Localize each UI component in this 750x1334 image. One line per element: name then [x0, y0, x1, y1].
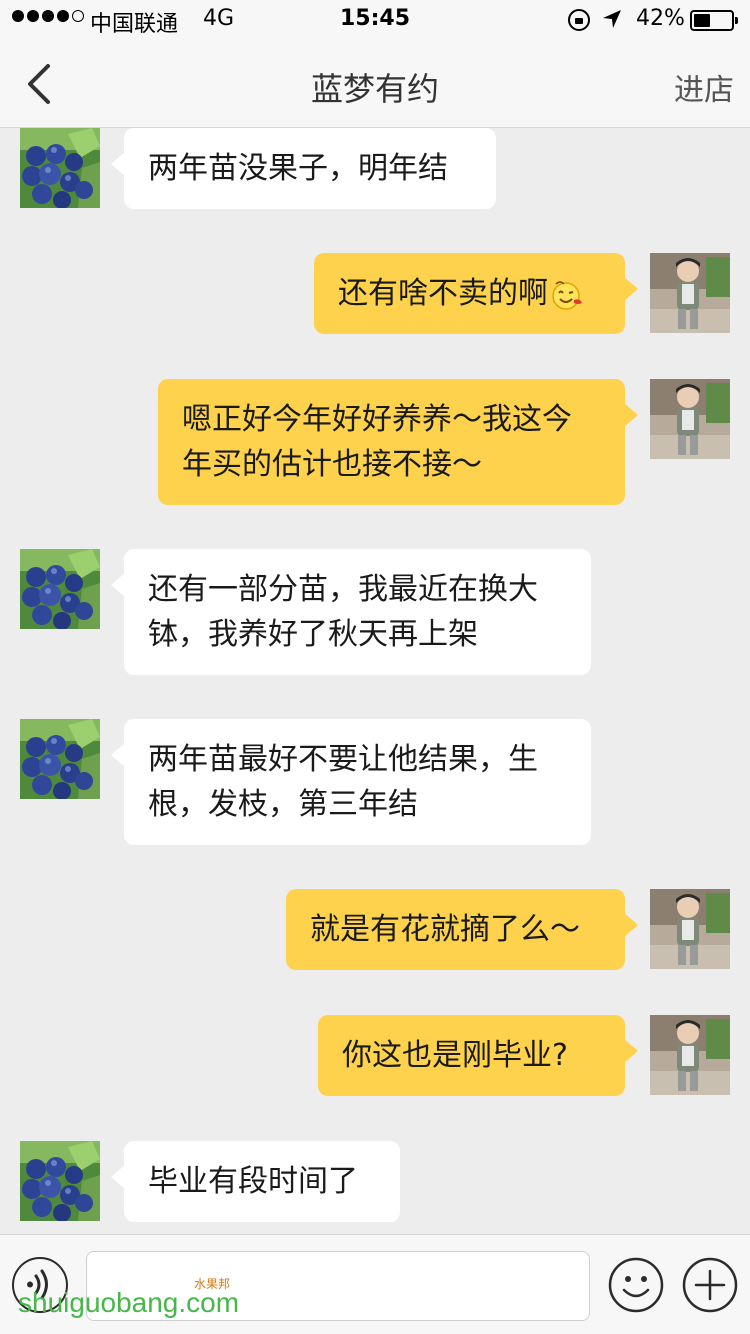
battery-percentage: 42% — [636, 6, 685, 31]
incoming-message[interactable]: 还有一部分苗，我最近在换大 钵，我养好了秋天再上架 — [111, 549, 591, 675]
my-avatar[interactable] — [650, 889, 730, 969]
outgoing-message[interactable]: 就是有花就摘了么～ — [286, 889, 638, 970]
wink-face-icon — [552, 280, 582, 310]
message-list[interactable]: 两年苗没果子，明年结 还有啥不卖的啊 嗯正好今年好好养养～我这今 年买的估计也接… — [0, 128, 750, 1234]
outgoing-message[interactable]: 还有啥不卖的啊 — [314, 253, 638, 334]
message-text-line: 还有一部分苗，我最近在换大 — [148, 572, 538, 607]
message-text-line: 两年苗最好不要让他结果，生 — [148, 742, 538, 777]
my-avatar[interactable] — [650, 379, 730, 459]
seller-avatar[interactable] — [20, 719, 100, 799]
location-arrow-icon — [603, 10, 621, 28]
sound-wave-icon — [27, 1269, 48, 1300]
incoming-message[interactable]: 两年苗没果子，明年结 — [111, 128, 496, 209]
message-text-line: 嗯正好今年好好养养～我这今 — [182, 402, 572, 437]
nav-bar: 蓝梦有约 进店 — [0, 40, 750, 128]
seller-avatar[interactable] — [20, 1141, 100, 1221]
chat-title: 蓝梦有约 — [310, 70, 439, 108]
seller-avatar[interactable] — [20, 549, 100, 629]
message-text: 毕业有段时间了 — [148, 1164, 358, 1199]
my-avatar[interactable] — [650, 253, 730, 333]
message-input[interactable] — [86, 1251, 590, 1321]
status-bar: 中国联通 4G 15:45 42% — [0, 0, 750, 40]
plus-button-icon[interactable] — [682, 1257, 738, 1313]
incoming-message[interactable]: 两年苗最好不要让他结果，生 根，发枝，第三年结 — [111, 719, 591, 845]
message-text-line: 钵，我养好了秋天再上架 — [148, 617, 478, 652]
message-text: 你这也是刚毕业? — [342, 1038, 568, 1073]
outgoing-message[interactable]: 嗯正好今年好好养养～我这今 年买的估计也接不接～ — [158, 379, 638, 505]
emoji-button-icon[interactable] — [608, 1257, 664, 1313]
message-text-line: 年买的估计也接不接～ — [182, 447, 482, 482]
voice-input-button[interactable] — [12, 1257, 68, 1313]
seller-avatar[interactable] — [20, 128, 100, 208]
message-text: 还有啥不卖的啊 — [338, 276, 548, 311]
message-text: 两年苗没果子，明年结 — [148, 151, 448, 186]
enter-shop-button[interactable]: 进店 — [674, 65, 734, 109]
message-text: 就是有花就摘了么～ — [310, 912, 580, 947]
rotation-lock-icon — [568, 9, 590, 31]
message-text-line: 根，发枝，第三年结 — [148, 787, 418, 822]
my-avatar[interactable] — [650, 1015, 730, 1095]
incoming-message[interactable]: 毕业有段时间了 — [111, 1141, 400, 1222]
input-bar: shuiguobang.com 水果邦 — [0, 1234, 750, 1334]
battery-icon — [690, 10, 738, 31]
outgoing-message[interactable]: 你这也是刚毕业? — [318, 1015, 638, 1096]
